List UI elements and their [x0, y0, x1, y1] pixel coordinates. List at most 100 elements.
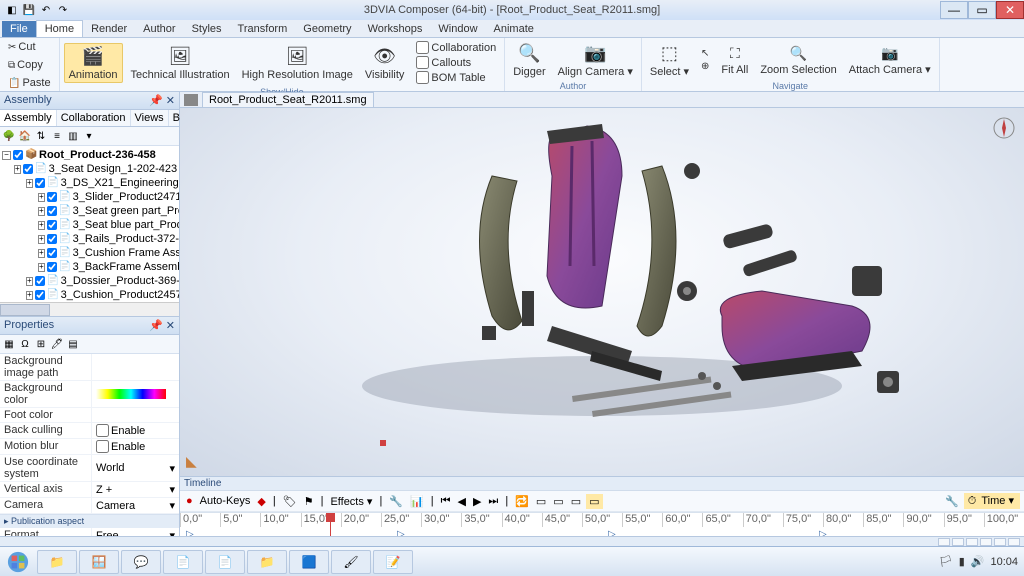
prop-tool-2[interactable]: Ω	[18, 337, 32, 351]
animation-button[interactable]: 🎬Animation	[64, 43, 123, 83]
start-button[interactable]	[0, 548, 36, 576]
taskbar-app[interactable]: 🖌	[331, 550, 371, 574]
assembly-tab-views[interactable]: Views	[131, 110, 169, 126]
effects-dropdown[interactable]: Effects ▾	[328, 495, 374, 508]
status-icon[interactable]	[1008, 538, 1020, 546]
playhead[interactable]	[330, 513, 331, 536]
tab-author[interactable]: Author	[135, 21, 183, 37]
property-row[interactable]: Background color	[0, 381, 179, 408]
tl-first[interactable]: ⏮	[439, 495, 453, 508]
system-tray[interactable]: 🏳 ▮ 🔊 10:04	[939, 555, 1024, 568]
qat-undo-icon[interactable]: ↶	[38, 2, 54, 18]
property-row[interactable]: Background image path	[0, 354, 179, 381]
property-row[interactable]: Format Free ▾	[0, 528, 179, 536]
attach-camera-button[interactable]: 📷Attach Camera ▾	[845, 42, 935, 77]
property-row[interactable]: Vertical axis Z + ▾	[0, 482, 179, 498]
tree-node[interactable]: +📄3_DS_X21_Engineering-377-227-449	[2, 176, 177, 190]
status-icon[interactable]	[952, 538, 964, 546]
property-row[interactable]: Camera Camera ▾	[0, 498, 179, 514]
highres-image-button[interactable]: 🖼High Resolution Image	[238, 44, 357, 82]
zoom-selection-button[interactable]: 🔍Zoom Selection	[756, 43, 840, 77]
fit-all-button[interactable]: ⛶Fit All	[717, 43, 752, 77]
tree-node[interactable]: +📄3_Seat green part_Product2480-321-233-…	[2, 204, 177, 218]
tab-render[interactable]: Render	[83, 21, 135, 37]
tl-loop[interactable]: 🔁	[513, 495, 531, 508]
nav-compass-icon[interactable]	[992, 116, 1016, 140]
taskbar-app[interactable]: 🪟	[79, 550, 119, 574]
tree-tool-2[interactable]: 🏠	[18, 129, 32, 143]
time-dropdown[interactable]: ⏱ Time ▾	[964, 493, 1020, 509]
tl-tool-c[interactable]: ▭	[534, 495, 548, 508]
prop-tool-5[interactable]: ▤	[66, 337, 80, 351]
assembly-tree[interactable]: −📦Root_Product-236-458 +📄3_Seat Design_1…	[0, 146, 179, 302]
tl-tool-marker[interactable]: ⚑	[302, 495, 316, 508]
tab-geometry[interactable]: Geometry	[295, 21, 359, 37]
tree-node[interactable]: +📄3_Rails_Product-372-230-452	[2, 232, 177, 246]
tab-transform[interactable]: Transform	[230, 21, 296, 37]
tl-prev[interactable]: ◀	[455, 495, 467, 508]
tl-tool-e[interactable]: ▭	[569, 495, 583, 508]
nav-tool-2[interactable]: ⊕	[697, 60, 713, 73]
taskbar-app[interactable]: 💬	[121, 550, 161, 574]
status-icon[interactable]	[966, 538, 978, 546]
property-category[interactable]: ▸ Publication aspect	[0, 514, 179, 528]
tree-node[interactable]: +📄3_Slider_Product2471-373-232-454	[2, 190, 177, 204]
tl-tool-b[interactable]: 📊	[408, 495, 426, 508]
3d-viewport[interactable]: ◣	[180, 108, 1024, 476]
tree-node[interactable]: +📄3_BackFrame Assembly-376-229-451	[2, 260, 177, 274]
tl-tool-a[interactable]: 🔧	[387, 495, 405, 508]
tab-animate[interactable]: Animate	[486, 21, 542, 37]
assembly-tab-collab[interactable]: Collaboration	[57, 110, 131, 126]
tab-window[interactable]: Window	[430, 21, 485, 37]
tree-node[interactable]: +📄3_Cushion_Product2457-379-228-450	[2, 288, 177, 302]
tab-home[interactable]: Home	[36, 20, 83, 37]
tree-tool-3[interactable]: ⇅	[34, 129, 48, 143]
panel-pin-icon[interactable]: 📌 ✕	[149, 94, 175, 107]
tab-workshops[interactable]: Workshops	[360, 21, 431, 37]
bom-table-toggle[interactable]: BOM Table	[412, 70, 500, 85]
status-icon[interactable]	[980, 538, 992, 546]
taskbar-app[interactable]: 📝	[373, 550, 413, 574]
tree-node[interactable]: +📄3_Seat blue part_Product2484-374-234-4…	[2, 218, 177, 232]
prop-tool-4[interactable]: 🖊	[50, 337, 64, 351]
maximize-button[interactable]: ▭	[968, 1, 996, 19]
properties-grid[interactable]: Background image pathBackground colorFoo…	[0, 354, 179, 536]
status-icon[interactable]	[938, 538, 950, 546]
copy-button[interactable]: ⧉ Copy	[4, 58, 47, 72]
autokeys-label[interactable]: Auto-Keys	[198, 495, 253, 507]
tab-file[interactable]: File	[2, 21, 36, 37]
collaboration-toggle[interactable]: Collaboration	[412, 40, 500, 55]
tl-tool-f[interactable]: ▭	[586, 494, 602, 509]
tree-tool-1[interactable]: 🌳	[2, 129, 16, 143]
tl-tool-right[interactable]: 🔧	[943, 495, 961, 508]
tl-play[interactable]: ▶	[471, 495, 483, 508]
prop-tool-1[interactable]: ▦	[2, 337, 16, 351]
tree-tool-5[interactable]: ▥	[66, 129, 80, 143]
minimize-button[interactable]: —	[940, 1, 968, 19]
tl-tool-tag[interactable]: 🏷	[281, 495, 299, 508]
close-button[interactable]: ✕	[996, 1, 1024, 19]
record-icon[interactable]: ●	[184, 495, 195, 507]
panel-pin-icon[interactable]: 📌 ✕	[149, 319, 175, 332]
taskbar-app[interactable]: 📄	[205, 550, 245, 574]
property-row[interactable]: Use coordinate system World ▾	[0, 455, 179, 482]
assembly-tab-assembly[interactable]: Assembly	[0, 110, 57, 126]
callouts-toggle[interactable]: Callouts	[412, 55, 500, 70]
property-row[interactable]: Back culling Enable	[0, 423, 179, 439]
property-row[interactable]: Motion blur Enable	[0, 439, 179, 455]
tree-tool-4[interactable]: ≡	[50, 129, 64, 143]
taskbar-app[interactable]: 📁	[247, 550, 287, 574]
key-icon[interactable]: ◆	[255, 495, 267, 508]
status-icon[interactable]	[994, 538, 1006, 546]
qat-save-icon[interactable]: 💾	[21, 2, 37, 18]
timeline-ruler[interactable]: 0,0"5,0"10,0"15,0"20,0"25,0"30,0"35,0"40…	[180, 512, 1024, 536]
qat-redo-icon[interactable]: ↷	[55, 2, 71, 18]
select-button[interactable]: ⬚Select ▾	[646, 40, 693, 79]
tl-tool-d[interactable]: ▭	[551, 495, 565, 508]
taskbar-app[interactable]: 📁	[37, 550, 77, 574]
digger-button[interactable]: 🔍Digger	[509, 41, 549, 79]
technical-illustration-button[interactable]: 🖼Technical Illustration	[127, 44, 234, 82]
tree-tool-6[interactable]: ▾	[82, 129, 96, 143]
taskbar-app[interactable]: 📄	[163, 550, 203, 574]
taskbar-app[interactable]: 🟦	[289, 550, 329, 574]
